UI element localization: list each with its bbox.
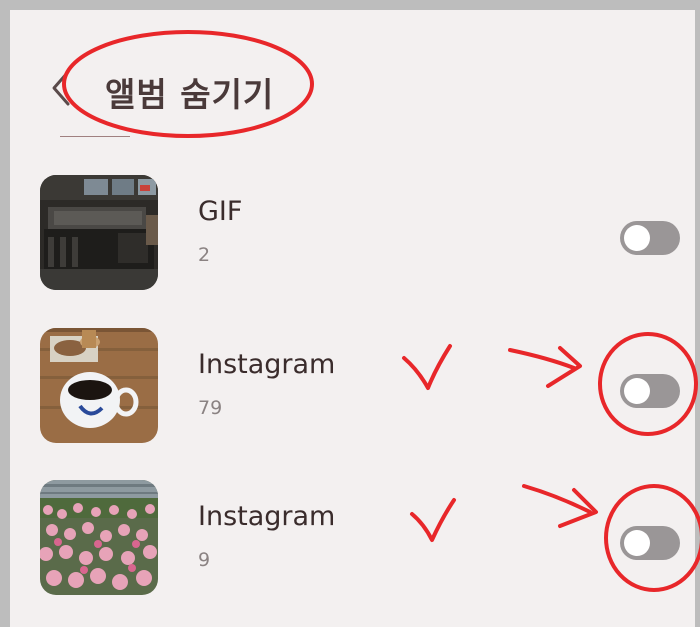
album-count: 79 (198, 397, 223, 419)
album-count: 9 (198, 549, 211, 571)
album-row[interactable]: Instagram 79 (10, 323, 695, 443)
hide-toggle[interactable] (620, 526, 680, 560)
hide-albums-screen: 앨범 숨기기 GIF 2 Instagram 79 Instagram 9 (10, 10, 695, 627)
album-thumbnail (40, 328, 158, 443)
album-thumbnail (40, 175, 158, 290)
album-name: GIF (198, 196, 243, 227)
chevron-left-icon (52, 70, 70, 106)
album-row[interactable]: GIF 2 (10, 170, 695, 290)
page-title: 앨범 숨기기 (105, 75, 275, 114)
album-row[interactable]: Instagram 9 (10, 475, 695, 595)
album-name: Instagram (198, 501, 336, 532)
album-name: Instagram (198, 349, 336, 380)
header-divider (60, 136, 130, 137)
toggle-knob (624, 225, 650, 251)
back-button[interactable] (46, 66, 78, 110)
header: 앨범 숨기기 (10, 10, 695, 140)
hide-toggle[interactable] (620, 374, 680, 408)
hide-toggle[interactable] (620, 221, 680, 255)
album-thumbnail (40, 480, 158, 595)
toggle-knob (624, 530, 650, 556)
album-count: 2 (198, 244, 211, 266)
toggle-knob (624, 378, 650, 404)
